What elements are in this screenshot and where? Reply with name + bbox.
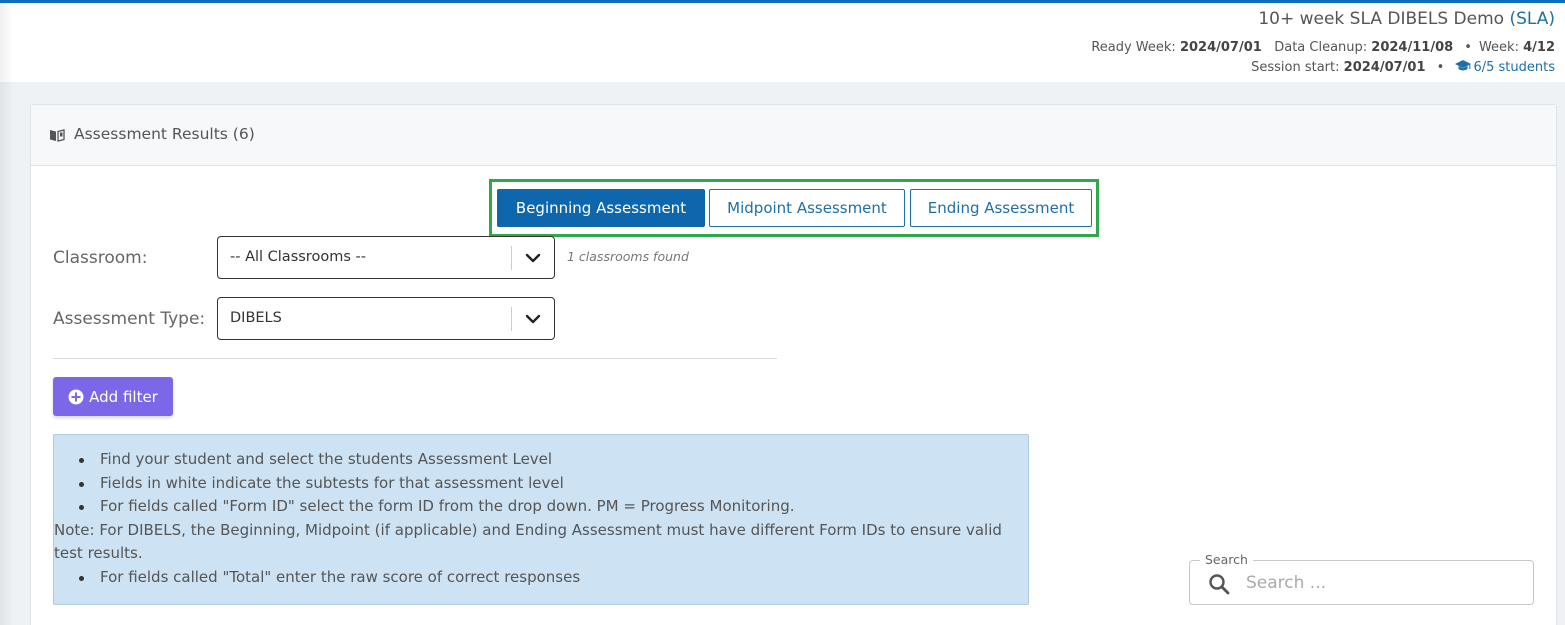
classroom-label: Classroom:	[53, 248, 148, 268]
ready-week-label: Ready Week:	[1091, 40, 1176, 55]
data-cleanup-label: Data Cleanup:	[1274, 40, 1368, 55]
search-legend: Search	[1200, 552, 1253, 567]
assessment-type-label: Assessment Type:	[53, 309, 206, 329]
classroom-select[interactable]: -- All Classrooms --	[217, 236, 555, 279]
students-link[interactable]: 6/5 students	[1455, 60, 1555, 75]
add-filter-label: Add filter	[89, 387, 158, 406]
add-filter-button[interactable]: Add filter	[53, 377, 173, 416]
tab-ending-assessment[interactable]: Ending Assessment	[910, 189, 1092, 227]
week-value: 4/12	[1523, 40, 1555, 55]
week-label: Week:	[1478, 40, 1519, 55]
book-icon	[50, 129, 65, 142]
ready-week-value: 2024/07/01	[1179, 40, 1262, 55]
chevron-down-icon	[525, 253, 541, 263]
instruction-item: Find your student and select the student…	[77, 448, 1017, 472]
plus-circle-icon	[68, 389, 84, 404]
assessment-type-select-value: DIBELS	[230, 310, 282, 326]
graduation-cap-icon	[1455, 60, 1472, 71]
tab-beginning-assessment[interactable]: Beginning Assessment	[497, 189, 705, 227]
instruction-note: Note: For DIBELS, the Beginning, Midpoin…	[54, 520, 1002, 563]
instructions-list: Find your student and select the student…	[54, 448, 1017, 590]
page-header: 10+ week SLA DIBELS Demo (SLA) Ready Wee…	[0, 3, 1565, 82]
instruction-item: Fields in white indicate the subtests fo…	[77, 472, 1017, 496]
data-cleanup-value: 2024/11/08	[1371, 40, 1454, 55]
select-separator	[511, 246, 512, 270]
instructions-panel: Find your student and select the student…	[53, 434, 1029, 605]
chevron-down-icon	[525, 314, 541, 324]
sidebar-shadow	[0, 3, 14, 625]
classroom-select-value: -- All Classrooms --	[230, 249, 366, 265]
card-title: Assessment Results (6)	[74, 125, 255, 143]
separator-dot: •	[1436, 60, 1445, 75]
card-header: Assessment Results (6)	[31, 105, 1556, 166]
instruction-item: For fields called "Form ID" select the f…	[77, 495, 1017, 519]
search-icon	[1209, 574, 1230, 595]
instruction-item: For fields called "Total" enter the raw …	[77, 566, 1017, 590]
assessment-type-select[interactable]: DIBELS	[217, 297, 555, 340]
separator-dot: •	[1464, 40, 1472, 55]
session-start-value: 2024/07/01	[1343, 60, 1426, 75]
tab-midpoint-assessment[interactable]: Midpoint Assessment	[709, 189, 905, 227]
program-dates: Ready Week: 2024/07/01 Data Cleanup: 202…	[1091, 40, 1555, 55]
search-field[interactable]: Search	[1189, 552, 1534, 605]
filters-divider	[53, 358, 777, 359]
students-count: 6/5 students	[1473, 60, 1555, 75]
assessment-tab-group: Beginning Assessment Midpoint Assessment…	[489, 179, 1099, 237]
assessment-results-card: Assessment Results (6) Beginning Assessm…	[30, 104, 1557, 625]
program-abbr: (SLA)	[1509, 9, 1555, 29]
search-input[interactable]	[1246, 571, 1516, 595]
session-info: Session start: 2024/07/01 • 6/5 students	[1251, 60, 1555, 75]
classrooms-found-note: 1 classrooms found	[567, 249, 689, 264]
program-title: 10+ week SLA DIBELS Demo (SLA)	[1258, 9, 1555, 29]
program-name: 10+ week SLA DIBELS Demo	[1258, 9, 1505, 29]
session-start-label: Session start:	[1251, 60, 1340, 75]
select-separator	[511, 307, 512, 331]
